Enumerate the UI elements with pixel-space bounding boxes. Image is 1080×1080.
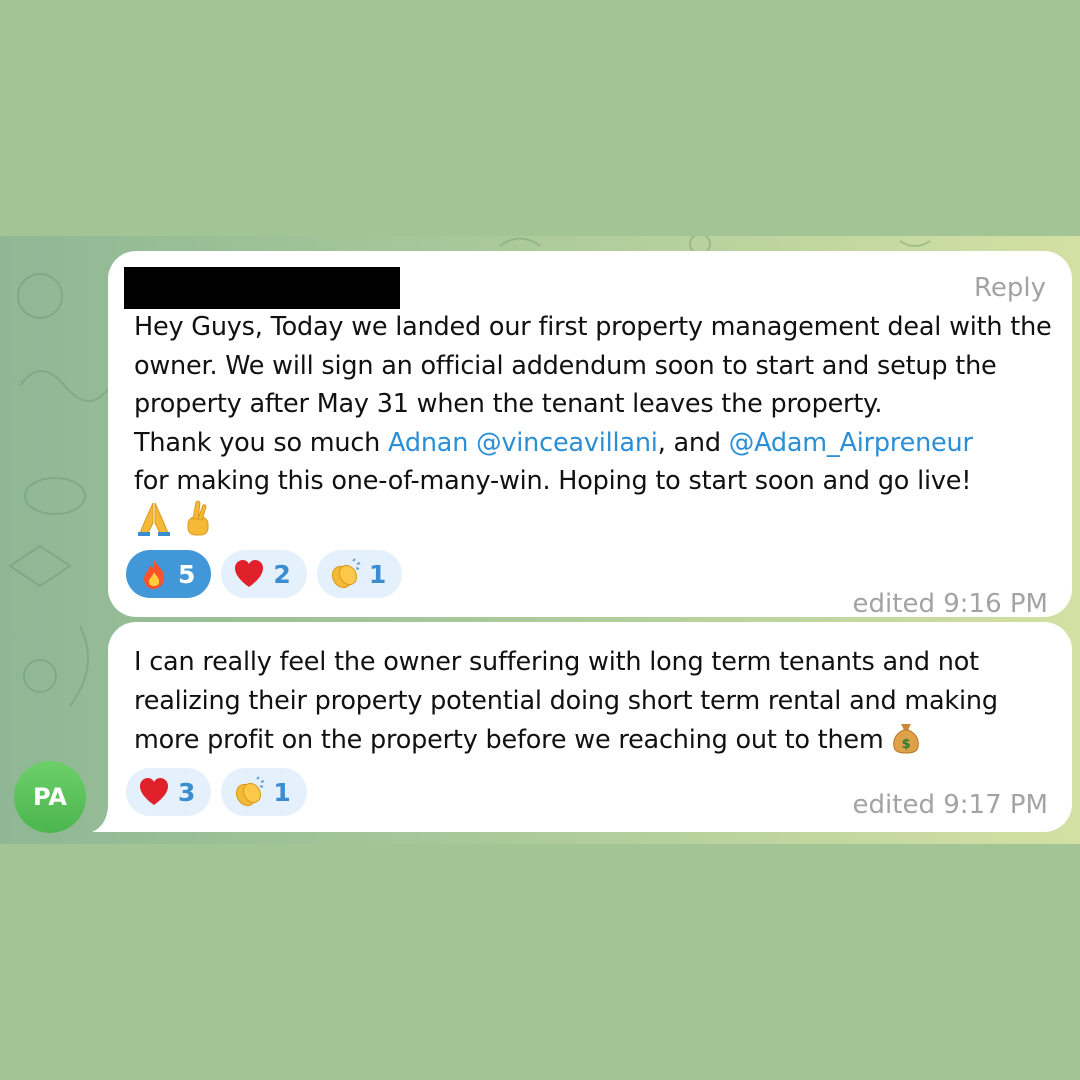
message-text: I can really feel the owner suffering wi… (134, 643, 1052, 760)
mention-link-adam[interactable]: @Adam_Airpreneur (729, 428, 973, 458)
money-bag-icon: $ (893, 724, 920, 754)
reaction-count: 2 (273, 559, 291, 589)
redacted-sender-name (124, 267, 400, 309)
reaction-heart[interactable]: 3 (126, 768, 212, 816)
reactions-bar: 3 1 (126, 768, 307, 816)
clapping-hands-icon (236, 776, 265, 807)
crossed-fingers-icon (187, 500, 209, 536)
message-text: Hey Guys, Today we landed our first prop… (134, 308, 1052, 501)
avatar-initials: PA (33, 783, 67, 811)
svg-text:$: $ (902, 737, 911, 752)
message-text-body: I can really feel the owner suffering wi… (134, 647, 1006, 755)
reaction-clap[interactable]: 1 (221, 768, 307, 816)
clapping-hands-icon (331, 558, 361, 589)
message-text-mid: , and (657, 427, 729, 458)
reply-button[interactable]: Reply (974, 273, 1046, 303)
reaction-count: 3 (178, 777, 196, 807)
reaction-count: 1 (273, 777, 291, 807)
reactions-bar: 5 2 1 (126, 550, 403, 598)
heart-icon (235, 560, 264, 587)
chat-area: Reply Hey Guys, Today we landed our firs… (0, 236, 1080, 844)
reaction-heart[interactable]: 2 (221, 550, 307, 598)
avatar[interactable]: PA (14, 761, 86, 833)
reaction-clap[interactable]: 1 (316, 550, 403, 598)
reaction-count: 1 (368, 559, 387, 589)
message-bubble[interactable]: Reply Hey Guys, Today we landed our firs… (108, 251, 1072, 619)
praying-hands-icon (138, 502, 170, 536)
mention-link-adnan[interactable]: Adnan @vinceavillani (388, 428, 658, 458)
message-timestamp: edited 9:16 PM (852, 589, 1048, 619)
reaction-count: 5 (178, 559, 196, 589)
reaction-fire[interactable]: 5 (126, 550, 212, 598)
heart-icon (140, 778, 168, 805)
message-emojis (136, 499, 215, 539)
message-bubble[interactable]: I can really feel the owner suffering wi… (108, 622, 1072, 832)
message-text-end: for making this one-of-many-win. Hoping … (134, 466, 972, 496)
bubble-tail (92, 804, 116, 832)
message-timestamp: edited 9:17 PM (852, 790, 1048, 820)
fire-icon (144, 560, 165, 589)
